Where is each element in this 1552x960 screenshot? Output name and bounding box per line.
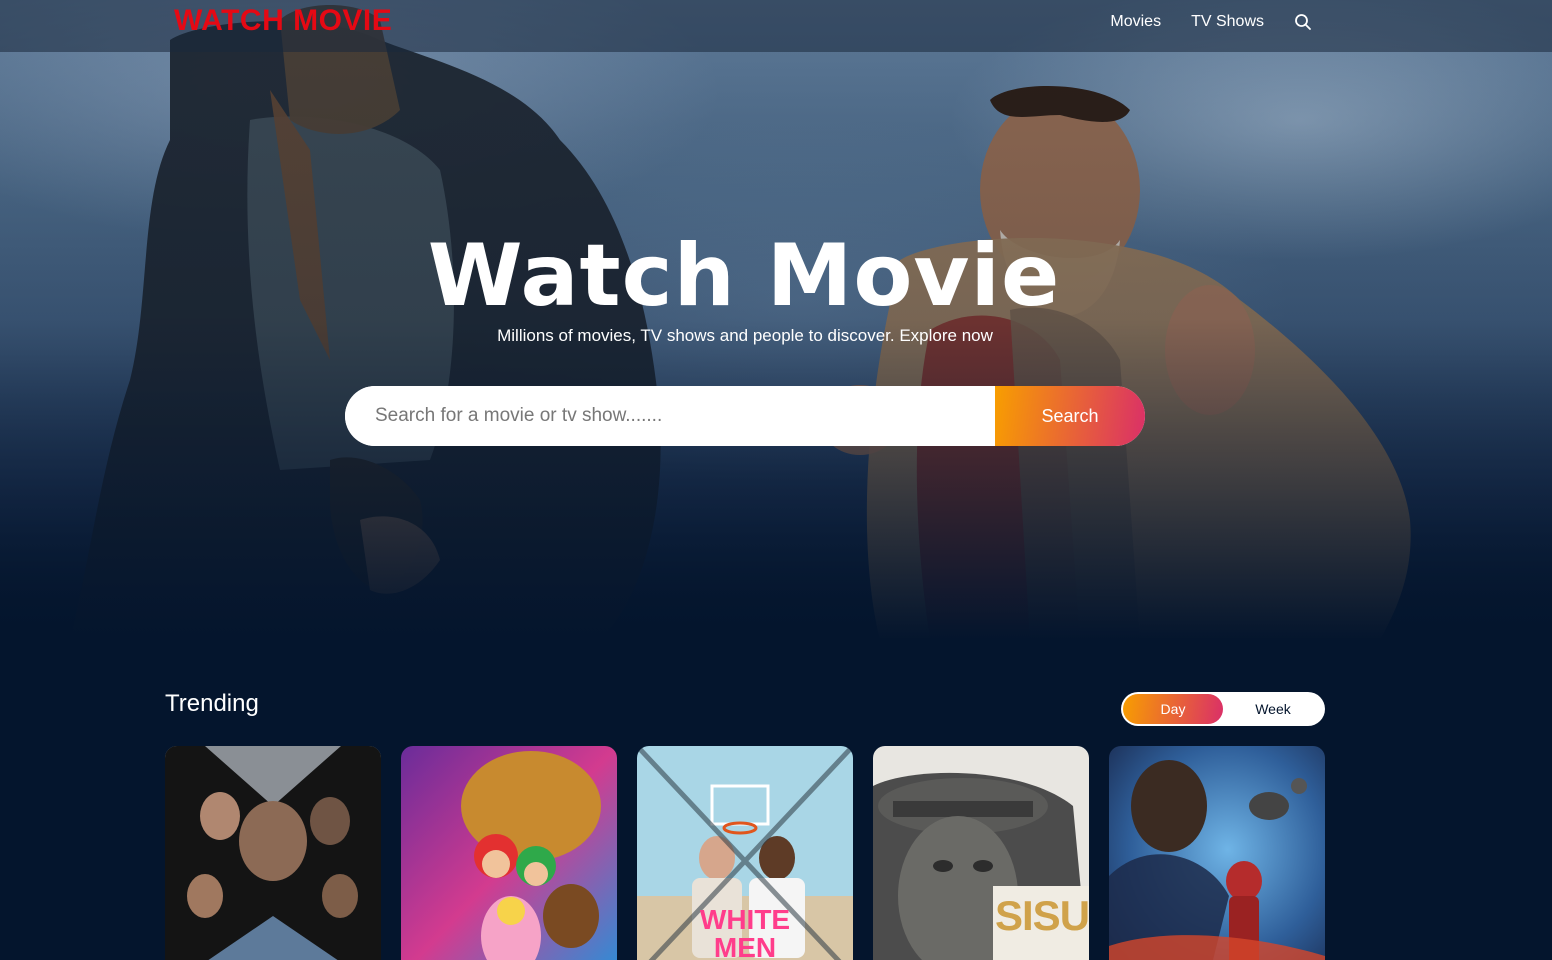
hero-subtitle: Millions of movies, TV shows and people … [497, 326, 993, 345]
trending-carousel: WHITE MEN SISU [165, 746, 1325, 960]
nav-movies[interactable]: Movies [1110, 13, 1161, 31]
trending-time-switch: Day Week [1121, 692, 1325, 726]
poster-super-mario-art [401, 746, 617, 960]
hero-search-bar: Search [345, 386, 1145, 446]
poster-sisu[interactable]: SISU [873, 746, 1089, 960]
poster-white-men-title: WHITE MEN [699, 904, 791, 960]
poster-ant-man[interactable] [1109, 746, 1325, 960]
poster-white-men[interactable]: WHITE MEN [637, 746, 853, 960]
page: WATCH MOVIE Movies TV Shows Watch Movie … [0, 0, 1552, 960]
hero-search-input[interactable] [345, 386, 995, 446]
poster-sisu-title: SISU [995, 892, 1089, 939]
poster-fast-x[interactable] [165, 746, 381, 960]
poster-super-mario[interactable] [401, 746, 617, 960]
main-nav: Movies TV Shows [1110, 0, 1312, 44]
tab-week[interactable]: Week [1223, 694, 1323, 724]
poster-fast-x-art [165, 746, 381, 960]
top-header: WATCH MOVIE Movies TV Shows [0, 0, 1552, 52]
search-icon[interactable] [1294, 13, 1312, 31]
trending-title: Trending [165, 690, 259, 717]
site-logo[interactable]: WATCH MOVIE [174, 4, 392, 38]
hero-title: Watch Movie [427, 226, 1061, 326]
nav-tv-shows[interactable]: TV Shows [1191, 13, 1264, 31]
tab-day[interactable]: Day [1123, 694, 1223, 724]
poster-ant-man-art [1109, 746, 1325, 960]
hero-search-button[interactable]: Search [995, 386, 1145, 446]
